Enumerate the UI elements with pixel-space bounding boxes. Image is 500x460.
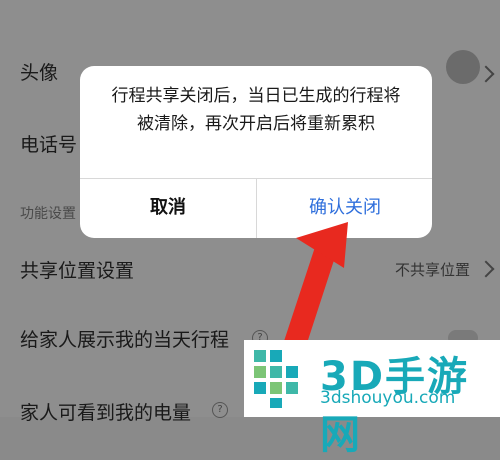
watermark-logo-icon (254, 350, 298, 408)
watermark-url: 3dshouyou.com (320, 388, 456, 408)
